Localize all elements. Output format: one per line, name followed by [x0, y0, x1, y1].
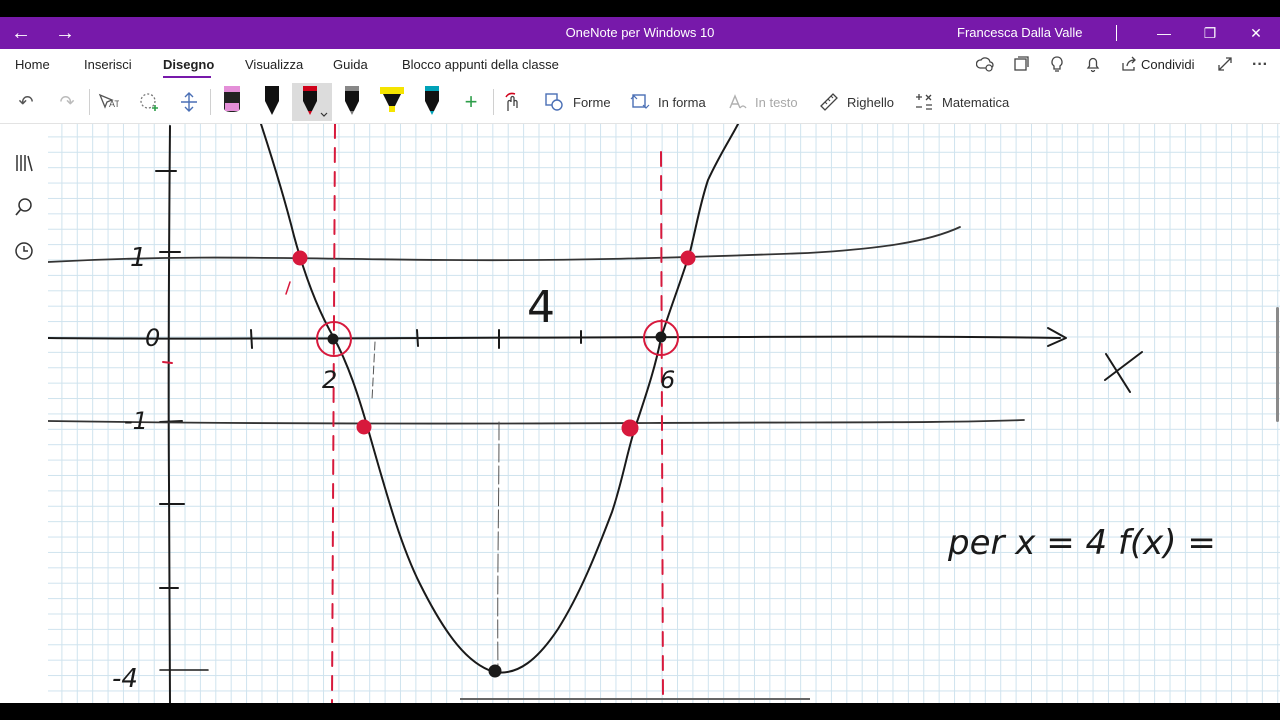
type-select-icon[interactable]: AT — [97, 91, 120, 113]
red-mark — [285, 281, 291, 295]
expand-icon[interactable] — [1215, 55, 1235, 75]
red-point — [621, 419, 639, 437]
y-tick-red — [162, 361, 173, 364]
add-pen-icon[interactable]: + — [459, 90, 483, 114]
y-label-minus-4: -4 — [112, 664, 138, 694]
page-view-icon[interactable] — [1011, 55, 1031, 75]
notification-bell-icon[interactable] — [1083, 55, 1103, 75]
tab-home[interactable]: Home — [15, 57, 50, 72]
ruler-button[interactable]: Righello — [847, 95, 894, 110]
restore-icon[interactable]: ❐ — [1187, 17, 1233, 49]
minimize-icon[interactable]: — — [1141, 17, 1187, 49]
tab-visualizza[interactable]: Visualizza — [245, 57, 303, 72]
highlighter-yellow-icon[interactable] — [377, 83, 407, 121]
red-point — [292, 250, 308, 266]
tab-guida[interactable]: Guida — [333, 57, 368, 72]
x-label-4: 4 — [527, 282, 555, 333]
math-button[interactable]: Matematica — [942, 95, 1009, 110]
ribbon-tabs: Home Inserisci Disegno Visualizza Guida … — [0, 49, 1280, 81]
x-tick — [416, 329, 419, 347]
tab-blocco-appunti[interactable]: Blocco appunti della classe — [402, 57, 559, 72]
share-button[interactable]: Condividi — [1141, 57, 1194, 72]
pencil-gray-icon[interactable] — [337, 83, 367, 121]
shapes-button[interactable]: Forme — [573, 95, 611, 110]
lightbulb-icon[interactable] — [1047, 55, 1067, 75]
pen-black-icon[interactable] — [257, 83, 287, 121]
notebooks-icon[interactable] — [13, 152, 35, 174]
x-axis-stroke — [48, 335, 1061, 340]
ink-to-text-button[interactable]: In testo — [755, 95, 798, 110]
red-point — [356, 419, 372, 435]
black-point — [655, 331, 667, 343]
recent-notes-icon[interactable] — [13, 240, 35, 262]
guide-dash-2 — [371, 341, 376, 401]
y-label-0: 0 — [145, 324, 160, 352]
black-point — [327, 333, 339, 345]
vertex-point — [488, 664, 502, 678]
window-title: OneNote per Windows 10 — [565, 25, 715, 40]
red-dashed-x-6 — [660, 151, 664, 703]
svg-text:AT: AT — [109, 99, 119, 109]
x-label-6: 6 — [660, 366, 675, 394]
x-label-2: 2 — [322, 366, 337, 394]
line-y-1 — [48, 226, 961, 263]
pen-teal-icon[interactable] — [417, 83, 447, 121]
pen-red-selected-icon[interactable] — [292, 83, 332, 121]
ink-to-shape-icon[interactable] — [629, 91, 651, 113]
horizontal-scrollbar[interactable] — [460, 698, 810, 700]
draw-toolbar: ↶ ↷ AT + Forme In forma In testo Righell… — [0, 81, 1280, 124]
x-tick — [250, 329, 253, 349]
title-bar: ← → OneNote per Windows 10 Francesca Dal… — [0, 17, 1280, 49]
tab-disegno[interactable]: Disegno — [163, 57, 214, 72]
ink-to-text-icon[interactable] — [727, 91, 749, 113]
formula-text: per x = 4 f(x) = — [947, 523, 1216, 563]
vertical-scrollbar[interactable] — [1276, 307, 1279, 422]
redo-icon[interactable]: ↷ — [55, 90, 79, 114]
math-icon[interactable] — [913, 91, 935, 113]
insert-space-icon[interactable] — [178, 91, 200, 113]
onenote-window: ← → OneNote per Windows 10 Francesca Dal… — [0, 17, 1280, 703]
highlighter-pink-icon[interactable] — [217, 83, 247, 121]
search-icon[interactable] — [13, 196, 35, 218]
toolbar-separator — [89, 89, 90, 115]
ink-to-shape-button[interactable]: In forma — [658, 95, 706, 110]
active-tab-indicator — [163, 76, 211, 78]
y-label-1: 1 — [130, 243, 147, 273]
y-axis-stroke — [167, 125, 171, 703]
share-icon[interactable] — [1119, 55, 1139, 75]
vertex-guide-line — [497, 421, 500, 673]
ruler-icon[interactable] — [818, 91, 840, 113]
touch-draw-icon[interactable] — [502, 91, 524, 113]
page-canvas[interactable]: 1 0 -1 -4 2 6 4 per x = 4 f(x) = — [48, 124, 1280, 703]
axis-letter-x-stroke — [1104, 351, 1143, 393]
y-label-minus-1: -1 — [124, 407, 148, 435]
title-separator — [1116, 25, 1117, 41]
toolbar-separator — [493, 89, 494, 115]
tab-inserisci[interactable]: Inserisci — [84, 57, 132, 72]
line-y-minus-1 — [48, 419, 1025, 425]
lasso-select-icon[interactable] — [138, 91, 160, 113]
user-name[interactable]: Francesca Dalla Valle — [957, 25, 1082, 40]
toolbar-separator — [210, 89, 211, 115]
ink-layer[interactable]: 1 0 -1 -4 2 6 4 per x = 4 f(x) = — [48, 124, 1280, 703]
sync-status-icon[interactable] — [975, 55, 995, 75]
close-icon[interactable]: ✕ — [1233, 17, 1279, 49]
more-options-icon[interactable]: ··· — [1250, 55, 1270, 75]
red-dashed-x-2 — [331, 124, 336, 703]
undo-icon[interactable]: ↶ — [14, 90, 38, 114]
shapes-icon[interactable] — [543, 91, 565, 113]
navigation-rail — [0, 124, 49, 703]
red-point — [680, 250, 696, 266]
